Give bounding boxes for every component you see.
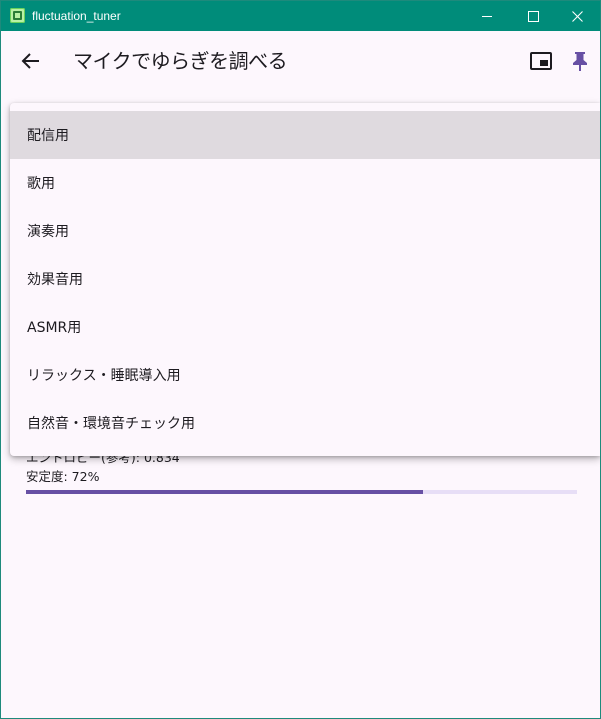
menu-item-label: 効果音用 bbox=[27, 272, 83, 288]
app-bar: マイクでゆらぎを調べる bbox=[1, 31, 600, 91]
back-button[interactable] bbox=[13, 43, 49, 79]
menu-item-performance[interactable]: 演奏用 bbox=[10, 207, 600, 255]
arrow-left-icon bbox=[21, 53, 39, 69]
menu-item-streaming[interactable]: 配信用 bbox=[10, 111, 600, 159]
stability-progress-bar bbox=[26, 490, 577, 494]
pin-button[interactable] bbox=[564, 45, 596, 77]
window-title: fluctuation_tuner bbox=[32, 9, 121, 23]
stability-text: 安定度: 72% bbox=[26, 469, 100, 484]
page-title: マイクでゆらぎを調べる bbox=[73, 49, 288, 73]
stability-progress-fill bbox=[26, 490, 423, 494]
maximize-button[interactable] bbox=[510, 1, 556, 31]
picture-in-picture-button[interactable] bbox=[523, 45, 559, 77]
close-icon bbox=[571, 10, 583, 22]
menu-item-label: ASMR用 bbox=[27, 320, 82, 336]
app-icon bbox=[10, 8, 25, 23]
menu-item-label: 歌用 bbox=[27, 176, 55, 192]
minimize-button[interactable] bbox=[464, 1, 510, 31]
menu-item-label: 演奏用 bbox=[27, 224, 69, 240]
menu-item-relax-sleep[interactable]: リラックス・睡眠導入用 bbox=[10, 351, 600, 399]
maximize-icon bbox=[527, 10, 539, 22]
menu-item-label: 配信用 bbox=[27, 128, 69, 144]
minimize-icon bbox=[482, 15, 492, 17]
pin-icon bbox=[573, 52, 587, 71]
app-window: fluctuation_tuner マイクでゆらぎを調べる エントロピー(参考)… bbox=[0, 0, 601, 719]
picture-in-picture-icon bbox=[530, 52, 552, 70]
menu-item-asmr[interactable]: ASMR用 bbox=[10, 303, 600, 351]
menu-item-label: 自然音・環境音チェック用 bbox=[27, 416, 195, 432]
close-button[interactable] bbox=[554, 1, 600, 31]
mode-dropdown-menu: 配信用 歌用 演奏用 効果音用 ASMR用 リラックス・睡眠導入用 自然音・環境… bbox=[10, 103, 600, 456]
title-bar: fluctuation_tuner bbox=[1, 1, 600, 31]
menu-item-singing[interactable]: 歌用 bbox=[10, 159, 600, 207]
menu-item-sound-effects[interactable]: 効果音用 bbox=[10, 255, 600, 303]
menu-item-label: リラックス・睡眠導入用 bbox=[27, 368, 181, 384]
menu-item-nature-ambient[interactable]: 自然音・環境音チェック用 bbox=[10, 399, 600, 447]
